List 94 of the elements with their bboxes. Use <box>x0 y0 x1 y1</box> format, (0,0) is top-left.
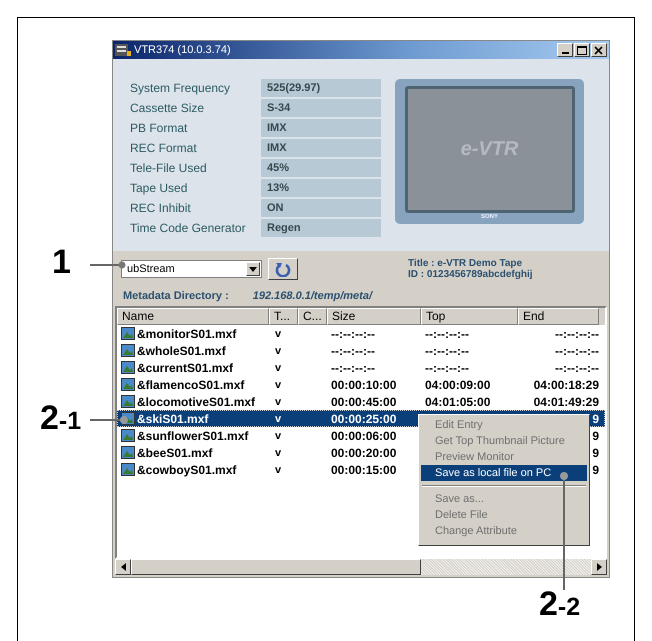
table-cell: 00:00:25:00 <box>331 412 396 426</box>
info-label: REC Format <box>130 140 198 157</box>
stream-dropdown[interactable]: ubStream <box>121 260 262 278</box>
info-label: Tele-File Used <box>130 160 208 177</box>
scrollbar-thumb[interactable] <box>131 559 421 575</box>
info-label: Cassette Size <box>130 100 206 117</box>
table-cell: 00:00:10:00 <box>331 378 396 392</box>
table-cell: 04:01:49:29 <box>534 394 599 408</box>
file-name[interactable]: &locomotiveS01.mxf <box>137 394 256 408</box>
table-cell: 9 <box>592 412 599 426</box>
column-header[interactable]: Size <box>327 308 421 325</box>
column-header[interactable]: Name <box>117 308 269 325</box>
image-file-icon <box>121 327 135 340</box>
info-value: ON <box>261 199 381 217</box>
table-cell: 00:00:20:00 <box>331 446 396 460</box>
table-cell: --:--:--:-- <box>331 326 375 340</box>
info-label: Time Code Generator <box>130 220 247 237</box>
tape-title: Title : e-VTR Demo Tape <box>408 258 524 269</box>
info-label: REC Inhibit <box>130 200 192 217</box>
image-file-icon <box>121 463 135 476</box>
table-cell: --:--:--:-- <box>425 326 469 340</box>
table-cell: v <box>275 396 282 408</box>
metadata-path: 192.168.0.1/temp/meta/ <box>252 290 372 302</box>
table-cell: v <box>275 412 282 424</box>
table-cell: v <box>275 464 282 476</box>
table-cell: 9 <box>592 462 599 476</box>
table-cell: v <box>275 344 282 356</box>
image-file-icon <box>121 361 135 374</box>
image-file-icon <box>121 378 135 391</box>
table-cell: 00:00:15:00 <box>331 462 396 476</box>
table-cell: v <box>275 362 282 374</box>
info-value: S-34 <box>261 99 381 117</box>
tape-id: ID : 0123456789abcdefghij <box>408 269 533 280</box>
image-file-icon <box>121 429 135 442</box>
file-name[interactable]: &beeS01.mxf <box>137 446 212 460</box>
file-name[interactable]: &currentS01.mxf <box>137 360 234 374</box>
column-header[interactable]: End <box>518 308 599 325</box>
callout-number: 1 <box>52 243 71 282</box>
table-cell: --:--:--:-- <box>331 344 375 358</box>
column-header[interactable]: T... <box>269 308 298 325</box>
table-cell: --:--:--:-- <box>331 360 375 374</box>
callout-number: 2-1 <box>40 399 82 438</box>
table-cell: --:--:--:-- <box>555 344 599 358</box>
file-name[interactable]: &monitorS01.mxf <box>137 326 236 340</box>
column-header[interactable]: Top <box>421 308 518 325</box>
metadata-label: Metadata Directory : <box>123 290 229 302</box>
file-name[interactable]: &sunflowerS01.mxf <box>137 428 248 442</box>
window-title: VTR374 (10.0.3.74) <box>134 44 232 56</box>
table-cell: 04:01:05:00 <box>425 394 490 408</box>
table-cell: 00:00:06:00 <box>331 428 396 442</box>
refresh-button[interactable] <box>268 258 298 280</box>
info-label: PB Format <box>130 120 188 137</box>
image-file-icon <box>121 395 135 408</box>
table-cell: 00:00:45:00 <box>331 394 396 408</box>
table-cell: v <box>275 430 282 442</box>
table-cell: --:--:--:-- <box>425 360 469 374</box>
table-cell: --:--:--:-- <box>555 360 599 374</box>
table-cell: 04:00:09:00 <box>425 378 490 392</box>
column-header[interactable]: C... <box>298 308 327 325</box>
app-icon <box>115 43 131 57</box>
info-label: System Frequency <box>130 80 232 97</box>
image-file-icon <box>121 446 135 459</box>
close-button[interactable] <box>591 43 607 57</box>
minimize-button[interactable] <box>557 43 573 57</box>
file-name[interactable]: &flamencoS01.mxf <box>137 378 244 392</box>
scroll-left-icon[interactable] <box>115 559 131 575</box>
info-value: 45% <box>261 159 381 177</box>
info-value: 13% <box>261 179 381 197</box>
table-cell: v <box>275 328 282 340</box>
callout-number: 2-2 <box>539 585 580 624</box>
refresh-icon <box>275 261 291 277</box>
info-label: Tape Used <box>130 180 188 197</box>
scroll-right-icon[interactable] <box>591 559 607 575</box>
table-cell: v <box>275 446 282 458</box>
horizontal-scrollbar[interactable] <box>115 559 607 575</box>
file-name[interactable]: &wholeS01.mxf <box>137 344 226 358</box>
leader-line <box>90 416 128 424</box>
table-cell: --:--:--:-- <box>425 344 469 358</box>
leader-line <box>90 262 126 268</box>
info-value: IMX <box>261 139 381 157</box>
table-cell: v <box>275 378 282 390</box>
file-name[interactable]: &cowboyS01.mxf <box>137 462 236 476</box>
table-cell: 9 <box>592 446 599 460</box>
table-cell: --:--:--:-- <box>555 326 599 340</box>
table-cell: 9 <box>592 428 599 442</box>
info-value: IMX <box>261 119 381 137</box>
file-name[interactable]: &skiS01.mxf <box>137 412 208 426</box>
table-cell: 04:00:18:29 <box>534 378 599 392</box>
minimize-icon <box>562 52 568 54</box>
info-value: Regen <box>261 219 381 237</box>
image-file-icon <box>121 344 135 357</box>
maximize-button[interactable] <box>574 43 590 57</box>
menu-item[interactable]: Save as local file on PC <box>421 465 587 481</box>
info-value: 525(29.97) <box>261 79 381 97</box>
